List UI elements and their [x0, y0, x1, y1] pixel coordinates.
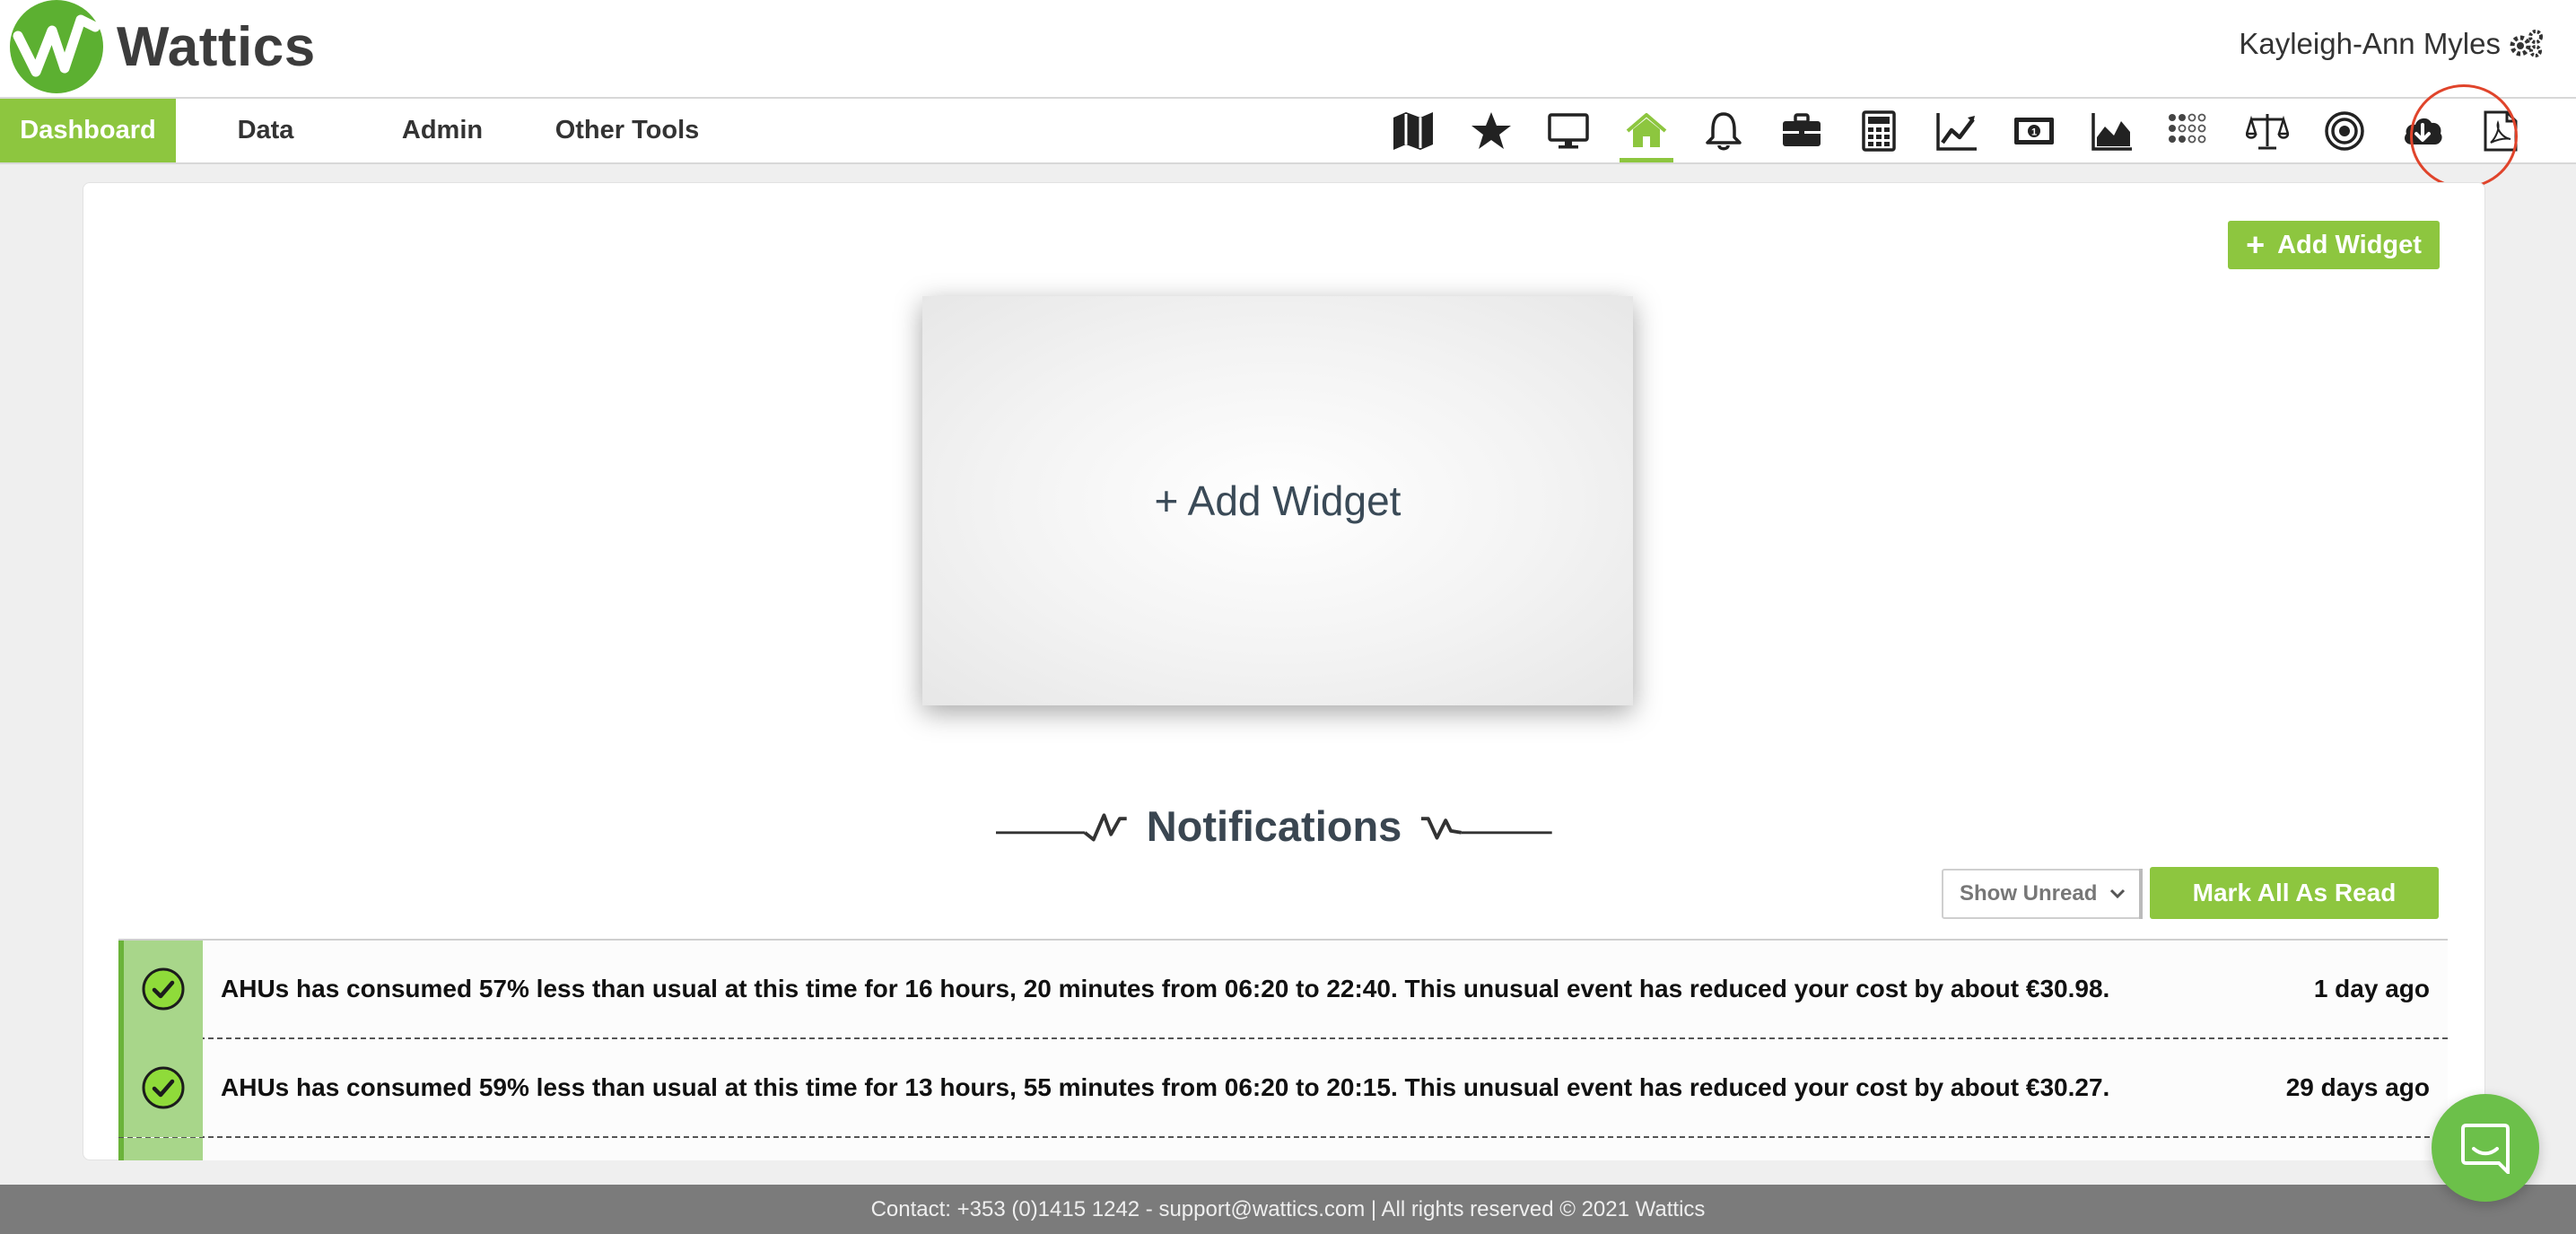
- add-widget-button[interactable]: + Add Widget: [2228, 221, 2440, 269]
- footer-text: Contact: +353 (0)1415 1242 - support@wat…: [870, 1196, 1706, 1221]
- area-chart-button[interactable]: [2074, 99, 2152, 162]
- grid-view-button[interactable]: [2151, 99, 2229, 162]
- home-icon: [1626, 112, 1667, 147]
- notification-message: AHUs has consumed 57% less than usual at…: [221, 975, 2110, 1002]
- check-circle-icon: [142, 967, 185, 1011]
- tab-other-tools[interactable]: Other Tools: [529, 99, 725, 162]
- export-highlight-circle: [2410, 84, 2518, 188]
- main-navbar: Dashboard Data Admin Other Tools 1: [0, 97, 2576, 164]
- user-menu[interactable]: Kayleigh-Ann Myles: [2239, 27, 2544, 61]
- mark-all-read-button[interactable]: Mark All As Read: [2150, 867, 2439, 919]
- notification-item-partial: [118, 1138, 2448, 1160]
- heartbeat-left-icon: [996, 813, 1127, 842]
- monitor-icon: [1548, 112, 1589, 148]
- projects-button[interactable]: [1763, 99, 1841, 162]
- filter-selected-value: Show Unread: [1960, 881, 2098, 906]
- targets-button[interactable]: [2306, 99, 2384, 162]
- nav-tabs: Dashboard Data Admin Other Tools: [0, 99, 725, 162]
- dots-grid-icon: [2169, 113, 2206, 143]
- favorites-button[interactable]: [1453, 99, 1531, 162]
- user-name: Kayleigh-Ann Myles: [2239, 27, 2501, 60]
- trends-button[interactable]: [1918, 99, 1996, 162]
- costs-button[interactable]: 1: [1995, 99, 2074, 162]
- nav-icon-toolbar: 1: [1375, 99, 2539, 162]
- star-icon: [1471, 111, 1511, 149]
- heartbeat-right-icon: [1421, 817, 1552, 840]
- gears-icon: [2510, 30, 2543, 57]
- notification-status: [118, 941, 203, 1038]
- notifications-title: Notifications: [1146, 801, 1402, 850]
- notification-time: 29 days ago: [2285, 1073, 2430, 1101]
- widget-placeholder-label: + Add Widget: [1154, 477, 1402, 524]
- notification-status: [118, 1138, 203, 1160]
- tab-data[interactable]: Data: [176, 99, 355, 162]
- wattics-logo-icon: [10, 0, 103, 93]
- notifications-heading: Notifications: [996, 792, 1552, 860]
- calculator-button[interactable]: [1840, 99, 1918, 162]
- compare-button[interactable]: [2229, 99, 2307, 162]
- alerts-button[interactable]: [1685, 99, 1763, 162]
- notification-item[interactable]: AHUs has consumed 59% less than usual at…: [118, 1038, 2448, 1138]
- add-widget-label: Add Widget: [2277, 230, 2422, 259]
- balance-scale-icon: [2245, 113, 2289, 149]
- check-circle-icon: [142, 1066, 185, 1109]
- plus-icon: +: [2246, 226, 2266, 263]
- tab-admin[interactable]: Admin: [355, 99, 529, 162]
- notification-message: AHUs has consumed 59% less than usual at…: [221, 1073, 2110, 1101]
- footer: Contact: +353 (0)1415 1242 - support@wat…: [0, 1185, 2576, 1234]
- add-widget-placeholder[interactable]: + Add Widget: [922, 296, 1633, 705]
- notification-status: [118, 1038, 203, 1137]
- line-chart-icon: [1936, 112, 1977, 151]
- monitor-button[interactable]: [1530, 99, 1608, 162]
- notification-filter-select[interactable]: Show Unread: [1942, 869, 2141, 919]
- brand-name: Wattics: [117, 15, 316, 78]
- notification-item[interactable]: AHUs has consumed 57% less than usual at…: [118, 941, 2448, 1039]
- briefcase-icon: [1782, 112, 1821, 146]
- wattics-logo[interactable]: Wattics: [9, 0, 316, 93]
- tab-dashboard[interactable]: Dashboard: [0, 99, 176, 162]
- notification-list: AHUs has consumed 57% less than usual at…: [118, 939, 2448, 1160]
- app-header: Wattics Kayleigh-Ann Myles: [0, 0, 2576, 97]
- money-icon: 1: [2014, 117, 2055, 144]
- map-button[interactable]: [1375, 99, 1453, 162]
- area-chart-icon: [2091, 112, 2132, 151]
- calculator-icon: [1862, 109, 1896, 152]
- chevron-down-icon: [2109, 888, 2126, 899]
- target-icon: [2325, 110, 2364, 151]
- notification-time: 1 day ago: [2313, 975, 2430, 1002]
- map-icon: [1393, 111, 1434, 150]
- svg-text:1: 1: [2031, 127, 2037, 137]
- home-button[interactable]: [1608, 99, 1686, 162]
- select-divider: [2139, 869, 2143, 919]
- bell-icon: [1706, 111, 1742, 150]
- chat-icon: [2461, 1124, 2510, 1174]
- chat-launcher-button[interactable]: [2432, 1094, 2539, 1202]
